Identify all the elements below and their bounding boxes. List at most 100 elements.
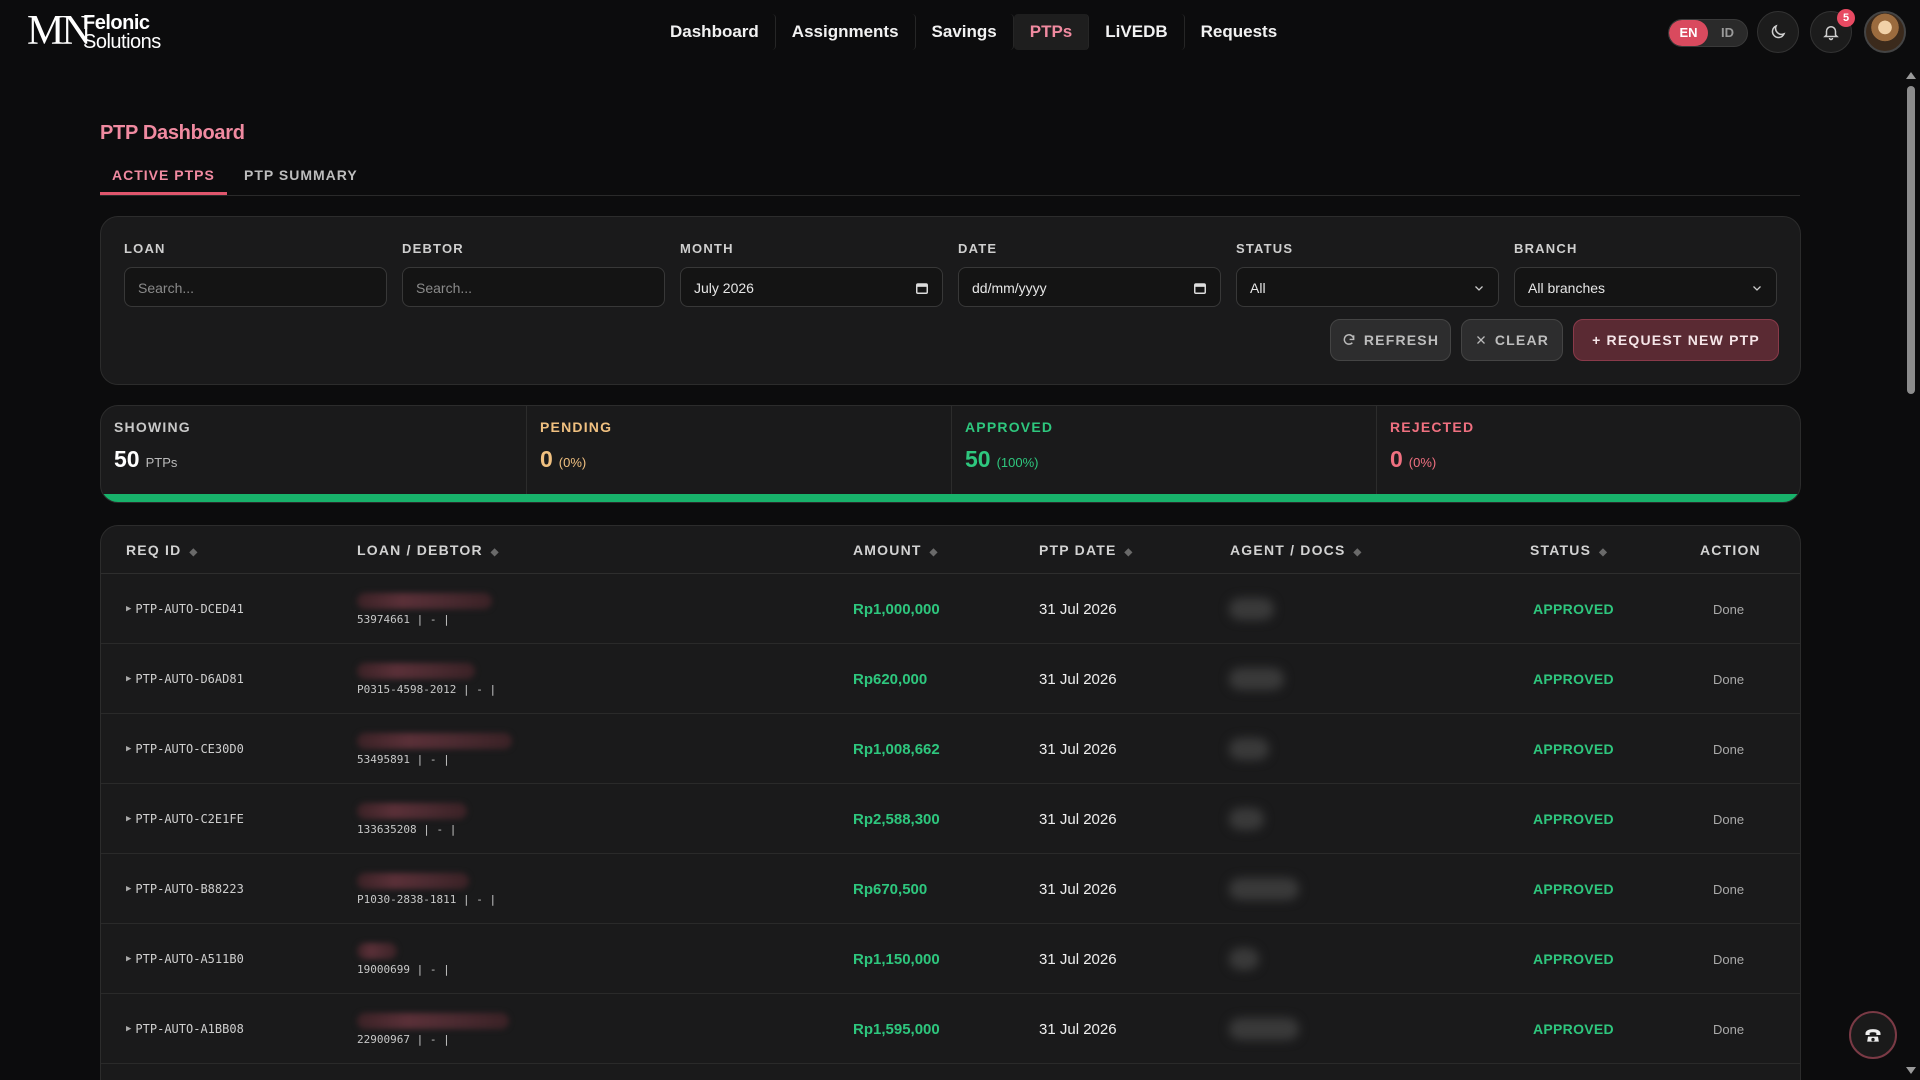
nav-livedb[interactable]: LiVEDB: [1089, 14, 1185, 50]
nav-dashboard[interactable]: Dashboard: [654, 14, 776, 50]
loan-number: P1030-2838-1811 | - |: [357, 892, 497, 906]
loan-number: 53495891 | - |: [357, 752, 450, 766]
month-filter-label: MONTH: [680, 241, 734, 256]
status-badge: APPROVED: [1533, 741, 1614, 757]
page-scrollbar[interactable]: [1902, 66, 1920, 1080]
col-amount[interactable]: AMOUNT ◆: [853, 526, 937, 574]
expand-caret-icon[interactable]: ▶: [126, 744, 131, 754]
amount-cell: Rp1,150,000: [853, 950, 940, 968]
agent-redacted: [1229, 668, 1284, 690]
tab-active-ptps[interactable]: ACTIVE PTPS: [100, 160, 227, 195]
tab-ptp-summary[interactable]: PTP SUMMARY: [232, 160, 370, 195]
col-ptp-date[interactable]: PTP DATE ◆: [1039, 526, 1132, 574]
loan-search-input[interactable]: Search...: [124, 267, 387, 307]
month-filter: MONTH July 2026: [680, 241, 943, 307]
phone-call-button[interactable]: [1849, 1011, 1897, 1059]
ptp-date-cell: 31 Jul 2026: [1039, 670, 1117, 688]
scroll-down-arrow-icon[interactable]: [1906, 1067, 1916, 1074]
sort-icon: ◆: [1124, 547, 1133, 558]
notifications-button[interactable]: 5: [1810, 9, 1855, 53]
stat-pending-value: 0: [540, 446, 553, 472]
phone-icon: [1865, 1029, 1881, 1042]
req-id-cell[interactable]: ▶ PTP-AUTO-DCED41: [126, 574, 244, 644]
branch-select[interactable]: All branches: [1514, 267, 1777, 307]
ptp-date-cell: 31 Jul 2026: [1039, 740, 1117, 758]
branch-filter-label: BRANCH: [1514, 241, 1578, 256]
req-id-cell[interactable]: ▶ PTP-AUTO-C2E1FE: [126, 784, 244, 854]
date-picker-input[interactable]: dd/mm/yyyy: [958, 267, 1221, 307]
req-id-cell[interactable]: ▶ PTP-AUTO-CE30D0: [126, 714, 244, 784]
table-row[interactable]: ▶ PTP-AUTO-B88223 P1030-2838-1811 | - | Rp6…: [101, 854, 1800, 924]
table-row[interactable]: ▶ PTP-AUTO-DCED41 53974661 | - | Rp1,000,00…: [101, 574, 1800, 644]
calendar-icon[interactable]: [1193, 268, 1207, 308]
chevron-down-icon: [1751, 268, 1763, 308]
debtor-filter: DEBTOR Search...: [402, 241, 665, 307]
refresh-button[interactable]: REFRESH: [1330, 319, 1451, 361]
loan-number: P0315-4598-2012 | - |: [357, 682, 497, 696]
stat-pending-percent: (0%): [558, 455, 587, 470]
req-id-cell[interactable]: ▶ PTP-AUTO-B88223: [126, 854, 244, 924]
table-row[interactable]: ▶ PTP-AUTO-C2E1FE 133635208 | - | Rp2,588,3…: [101, 784, 1800, 854]
loan-debtor-cell: 133635208 | - |: [357, 784, 467, 854]
table-row[interactable]: ▶ PTP-AUTO-CE30D0 53495891 | - | Rp1,008,66…: [101, 714, 1800, 784]
lang-id-button[interactable]: ID: [1708, 20, 1747, 46]
status-badge: APPROVED: [1533, 881, 1614, 897]
date-placeholder: dd/mm/yyyy: [972, 280, 1047, 296]
nav-requests[interactable]: Requests: [1185, 14, 1294, 50]
filter-panel: LOAN Search... DEBTOR Search... MONTH Ju…: [100, 216, 1801, 385]
nav-assignments[interactable]: Assignments: [776, 14, 916, 50]
table-row[interactable]: ▶ PTP-AUTO-A511B0 19000699 | - | Rp1,150,00…: [101, 924, 1800, 994]
expand-caret-icon[interactable]: ▶: [126, 604, 131, 614]
month-picker-input[interactable]: July 2026: [680, 267, 943, 307]
calendar-icon[interactable]: [915, 268, 929, 308]
col-status-label: STATUS: [1530, 542, 1592, 558]
col-req-id-label: REQ ID: [126, 542, 182, 558]
status-badge: APPROVED: [1533, 601, 1614, 617]
nav-ptps[interactable]: PTPs: [1013, 14, 1090, 50]
col-req-id[interactable]: REQ ID ◆: [126, 526, 197, 574]
amount-cell: Rp1,000,000: [853, 600, 940, 618]
loan-debtor-cell: P1030-2838-1811 | - |: [357, 854, 496, 924]
expand-caret-icon[interactable]: ▶: [126, 674, 131, 684]
table-row[interactable]: ▶ PTP-AUTO-A1BB08 22900967 | - | Rp1,595,00…: [101, 994, 1800, 1064]
expand-caret-icon[interactable]: ▶: [126, 814, 131, 824]
expand-caret-icon[interactable]: ▶: [126, 1024, 131, 1034]
expand-caret-icon[interactable]: ▶: [126, 954, 131, 964]
moon-icon: [1771, 24, 1786, 39]
debtor-filter-label: DEBTOR: [402, 241, 464, 256]
stat-showing-value: 50: [114, 446, 140, 472]
request-new-ptp-button[interactable]: + REQUEST NEW PTP: [1573, 319, 1779, 361]
nav-savings[interactable]: Savings: [916, 14, 1014, 50]
scroll-up-arrow-icon[interactable]: [1906, 72, 1916, 79]
req-id-cell[interactable]: ▶ PTP-AUTO-A1BB08: [126, 994, 244, 1064]
table-row[interactable]: ▶ PTP-AUTO-D6AD81 P0315-4598-2012 | - | Rp6…: [101, 644, 1800, 714]
loan-number: 19000699 | - |: [357, 962, 450, 976]
stat-showing-label: SHOWING: [114, 419, 191, 435]
action-done: Done: [1713, 881, 1745, 897]
ptp-date-cell: 31 Jul 2026: [1039, 880, 1117, 898]
stat-showing: SHOWING 50 PTPs: [101, 406, 526, 496]
status-select[interactable]: All: [1236, 267, 1499, 307]
col-status[interactable]: STATUS ◆: [1530, 526, 1607, 574]
top-navbar: MN Felonic Solutions Dashboard Assignmen…: [0, 0, 1920, 62]
expand-caret-icon[interactable]: ▶: [126, 884, 131, 894]
chevron-down-icon: [1473, 268, 1485, 308]
scroll-thumb[interactable]: [1907, 86, 1915, 394]
col-agent-docs[interactable]: AGENT / DOCS ◆: [1230, 526, 1361, 574]
agent-redacted: [1229, 948, 1259, 970]
agent-docs-cell: [1229, 784, 1264, 854]
user-avatar[interactable]: [1864, 11, 1906, 53]
stat-approved-percent: (100%): [996, 455, 1039, 470]
bell-icon: [1823, 26, 1839, 41]
req-id-cell[interactable]: ▶ PTP-AUTO-D6AD81: [126, 644, 244, 714]
stat-pending-value-row: 0 (0%): [540, 447, 938, 475]
theme-toggle-button[interactable]: [1757, 11, 1799, 53]
clear-button[interactable]: CLEAR: [1461, 319, 1563, 361]
status-badge: APPROVED: [1533, 671, 1614, 687]
lang-en-button[interactable]: EN: [1669, 20, 1708, 46]
month-value: July 2026: [694, 280, 754, 296]
req-id-cell[interactable]: ▶ PTP-AUTO-A511B0: [126, 924, 244, 994]
debtor-search-input[interactable]: Search...: [402, 267, 665, 307]
brand-logo[interactable]: MN Felonic Solutions: [27, 10, 167, 52]
col-loan-debtor[interactable]: LOAN / DEBTOR ◆: [357, 526, 499, 574]
